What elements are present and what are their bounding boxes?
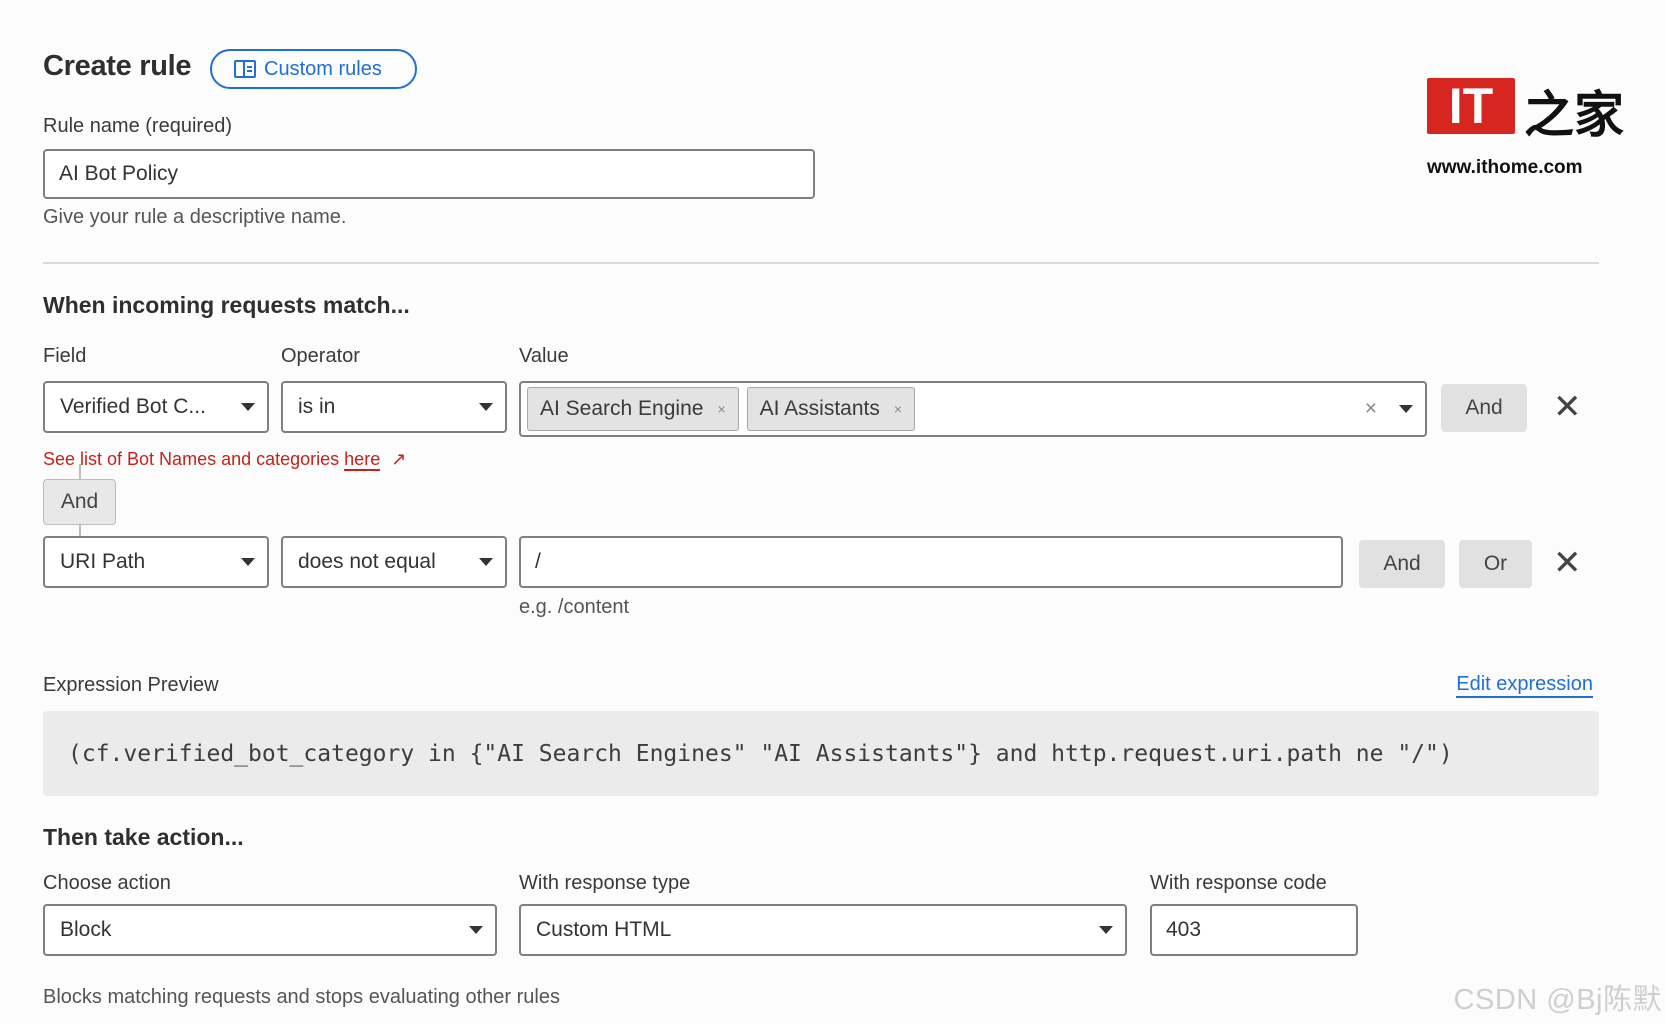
- logo-box-text: IT: [1448, 78, 1494, 134]
- response-type-label: With response type: [519, 872, 691, 894]
- expression-preview-label: Expression Preview: [43, 674, 219, 696]
- bot-list-link-here[interactable]: here: [344, 449, 381, 471]
- action-select[interactable]: Block: [43, 904, 497, 956]
- book-icon: [234, 60, 256, 78]
- value-multiselect-1[interactable]: AI Search Engine × AI Assistants × ×: [519, 381, 1427, 437]
- edit-expression-link[interactable]: Edit expression: [1456, 673, 1593, 698]
- logo-url: www.ithome.com: [1427, 157, 1583, 178]
- tag-label: AI Assistants: [759, 397, 880, 420]
- value-tag[interactable]: AI Assistants ×: [746, 387, 916, 431]
- clear-icon[interactable]: ×: [1365, 397, 1377, 421]
- remove-condition-1-icon[interactable]: ✕: [1553, 390, 1582, 424]
- value-input-2-hint: e.g. /content: [519, 596, 630, 618]
- operator-select-1[interactable]: is in: [281, 381, 507, 433]
- rule-name-help: Give your rule a descriptive name.: [43, 206, 347, 228]
- bot-list-link-text: See list of Bot Names and categories: [43, 449, 340, 469]
- field-select-2[interactable]: URI Path: [43, 536, 269, 588]
- logo-chinese-text: 之家: [1524, 85, 1624, 144]
- operator-select-1-value: is in: [298, 395, 336, 418]
- remove-tag-icon[interactable]: ×: [894, 401, 902, 417]
- response-type-select[interactable]: Custom HTML: [519, 904, 1127, 956]
- bot-list-link[interactable]: See list of Bot Names and categories her…: [43, 449, 407, 471]
- response-code-input[interactable]: 403: [1150, 904, 1358, 956]
- chevron-down-icon: [479, 403, 493, 411]
- value-input-2[interactable]: /: [519, 536, 1343, 588]
- and-button-1[interactable]: And: [1441, 384, 1527, 432]
- section-divider: [43, 262, 1599, 264]
- chevron-down-icon: [1399, 405, 1413, 413]
- chevron-down-icon: [241, 403, 255, 411]
- action-help: Blocks matching requests and stops evalu…: [43, 986, 560, 1008]
- rule-name-label: Rule name (required): [43, 115, 232, 137]
- chevron-down-icon: [469, 926, 483, 934]
- response-code-value: 403: [1166, 918, 1202, 941]
- custom-rules-docs-link[interactable]: Custom rules: [210, 49, 417, 89]
- expression-preview: (cf.verified_bot_category in {"AI Search…: [43, 711, 1599, 796]
- csdn-watermark: CSDN @Bj陈默: [1453, 984, 1662, 1016]
- field-select-1[interactable]: Verified Bot C...: [43, 381, 269, 433]
- ithome-logo: IT: [1427, 78, 1515, 134]
- page-title: Create rule: [43, 50, 192, 82]
- action-heading: Then take action...: [43, 824, 244, 850]
- operator-select-2-value: does not equal: [298, 550, 436, 573]
- custom-rules-label: Custom rules: [264, 57, 382, 80]
- field-label: Field: [43, 345, 87, 367]
- remove-tag-icon[interactable]: ×: [717, 401, 725, 417]
- response-code-label: With response code: [1150, 872, 1327, 894]
- remove-condition-2-icon[interactable]: ✕: [1553, 546, 1582, 580]
- external-link-icon: ↗: [391, 449, 407, 469]
- and-button-2[interactable]: And: [1359, 540, 1445, 588]
- field-select-1-value: Verified Bot C...: [60, 395, 206, 418]
- value-tag[interactable]: AI Search Engine ×: [527, 387, 739, 431]
- value-input-2-value: /: [535, 550, 541, 573]
- choose-action-label: Choose action: [43, 872, 171, 894]
- rule-name-value: AI Bot Policy: [59, 162, 179, 185]
- field-select-2-value: URI Path: [60, 550, 146, 573]
- and-connector[interactable]: And: [43, 479, 116, 525]
- operator-label: Operator: [281, 345, 360, 367]
- rule-name-input[interactable]: AI Bot Policy: [43, 149, 815, 199]
- operator-select-2[interactable]: does not equal: [281, 536, 507, 588]
- tag-label: AI Search Engine: [540, 397, 704, 420]
- response-type-value: Custom HTML: [536, 918, 672, 941]
- value-label: Value: [519, 345, 569, 367]
- chevron-down-icon: [479, 558, 493, 566]
- chevron-down-icon: [1099, 926, 1113, 934]
- action-select-value: Block: [60, 918, 112, 941]
- match-heading: When incoming requests match...: [43, 292, 410, 318]
- chevron-down-icon: [241, 558, 255, 566]
- or-button-2[interactable]: Or: [1459, 540, 1532, 588]
